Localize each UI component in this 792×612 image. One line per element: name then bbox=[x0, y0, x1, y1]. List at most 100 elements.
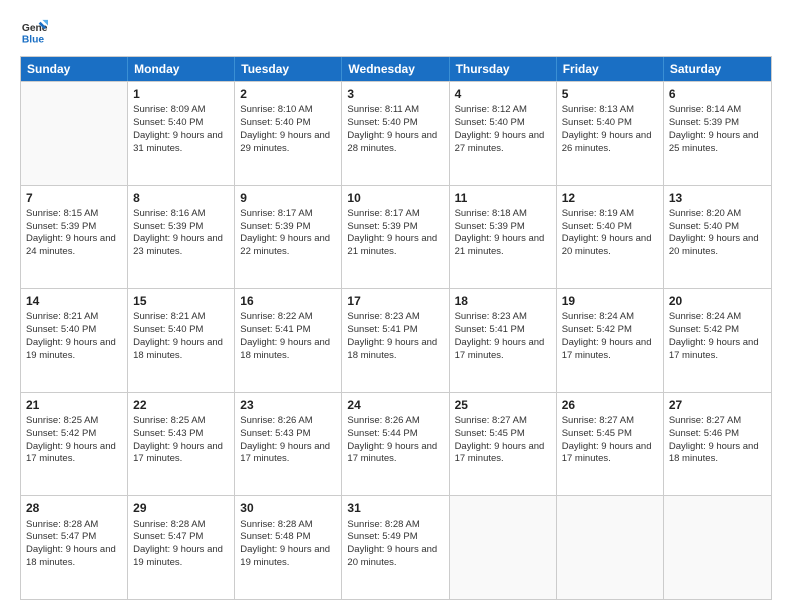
calendar-cell: 2Sunrise: 8:10 AMSunset: 5:40 PMDaylight… bbox=[235, 82, 342, 185]
day-number: 7 bbox=[26, 190, 122, 206]
day-number: 18 bbox=[455, 293, 551, 309]
sunrise: Sunrise: 8:23 AM bbox=[455, 311, 527, 322]
sunrise: Sunrise: 8:27 AM bbox=[669, 415, 741, 426]
sunset: Sunset: 5:42 PM bbox=[26, 428, 96, 439]
sunrise: Sunrise: 8:28 AM bbox=[26, 519, 98, 530]
calendar-cell bbox=[557, 496, 664, 599]
day-number: 6 bbox=[669, 86, 766, 102]
day-number: 17 bbox=[347, 293, 443, 309]
day-number: 31 bbox=[347, 500, 443, 516]
sunrise: Sunrise: 8:20 AM bbox=[669, 208, 741, 219]
calendar-cell: 11Sunrise: 8:18 AMSunset: 5:39 PMDayligh… bbox=[450, 186, 557, 289]
sunrise: Sunrise: 8:26 AM bbox=[240, 415, 312, 426]
header-day-tuesday: Tuesday bbox=[235, 57, 342, 81]
daylight: Daylight: 9 hours and 24 minutes. bbox=[26, 233, 116, 257]
calendar-cell: 13Sunrise: 8:20 AMSunset: 5:40 PMDayligh… bbox=[664, 186, 771, 289]
calendar-row-1: 7Sunrise: 8:15 AMSunset: 5:39 PMDaylight… bbox=[21, 185, 771, 289]
day-number: 13 bbox=[669, 190, 766, 206]
calendar-cell: 24Sunrise: 8:26 AMSunset: 5:44 PMDayligh… bbox=[342, 393, 449, 496]
calendar-cell: 9Sunrise: 8:17 AMSunset: 5:39 PMDaylight… bbox=[235, 186, 342, 289]
daylight: Daylight: 9 hours and 17 minutes. bbox=[455, 441, 545, 465]
sunrise: Sunrise: 8:17 AM bbox=[240, 208, 312, 219]
sunrise: Sunrise: 8:28 AM bbox=[133, 519, 205, 530]
sunrise: Sunrise: 8:10 AM bbox=[240, 104, 312, 115]
sunset: Sunset: 5:44 PM bbox=[347, 428, 417, 439]
sunset: Sunset: 5:49 PM bbox=[347, 531, 417, 542]
day-number: 5 bbox=[562, 86, 658, 102]
daylight: Daylight: 9 hours and 29 minutes. bbox=[240, 130, 330, 154]
calendar-cell: 23 Sunrise: 8:26 AM Sunset: 5:43 PM Dayligh… bbox=[235, 393, 342, 496]
day-number: 14 bbox=[26, 293, 122, 309]
sunset: Sunset: 5:42 PM bbox=[562, 324, 632, 335]
sunset: Sunset: 5:43 PM bbox=[133, 428, 203, 439]
daylight: Daylight: 9 hours and 19 minutes. bbox=[26, 337, 116, 361]
svg-text:Blue: Blue bbox=[22, 34, 45, 45]
sunset: Sunset: 5:41 PM bbox=[455, 324, 525, 335]
logo: General Blue bbox=[20, 18, 52, 46]
sunset: Sunset: 5:40 PM bbox=[347, 117, 417, 128]
day-number: 20 bbox=[669, 293, 766, 309]
sunset: Sunset: 5:40 PM bbox=[562, 221, 632, 232]
day-number: 23 bbox=[240, 397, 336, 413]
daylight: Daylight: 9 hours and 18 minutes. bbox=[26, 544, 116, 568]
daylight: Daylight: 9 hours and 19 minutes. bbox=[133, 544, 223, 568]
daylight: Daylight: 9 hours and 17 minutes. bbox=[26, 441, 116, 465]
sunrise: Sunrise: 8:21 AM bbox=[133, 311, 205, 322]
sunrise: Sunrise: 8:24 AM bbox=[669, 311, 741, 322]
day-number: 19 bbox=[562, 293, 658, 309]
daylight: Daylight: 9 hours and 22 minutes. bbox=[240, 233, 330, 257]
daylight: Daylight: 9 hours and 31 minutes. bbox=[133, 130, 223, 154]
calendar-cell: 18 Sunrise: 8:23 AM Sunset: 5:41 PM Dayligh… bbox=[450, 289, 557, 392]
calendar-cell bbox=[450, 496, 557, 599]
header-day-thursday: Thursday bbox=[450, 57, 557, 81]
day-number: 22 bbox=[133, 397, 229, 413]
calendar: SundayMondayTuesdayWednesdayThursdayFrid… bbox=[20, 56, 772, 600]
sunset: Sunset: 5:39 PM bbox=[133, 221, 203, 232]
day-number: 25 bbox=[455, 397, 551, 413]
calendar-cell: 22Sunrise: 8:25 AMSunset: 5:43 PMDayligh… bbox=[128, 393, 235, 496]
sunset: Sunset: 5:43 PM bbox=[240, 428, 310, 439]
sunset: Sunset: 5:39 PM bbox=[347, 221, 417, 232]
sunrise: Sunrise: 8:14 AM bbox=[669, 104, 741, 115]
day-number: 10 bbox=[347, 190, 443, 206]
sunrise: Sunrise: 8:28 AM bbox=[347, 519, 419, 530]
daylight: Daylight: 9 hours and 18 minutes. bbox=[347, 337, 437, 361]
calendar-cell: 10Sunrise: 8:17 AMSunset: 5:39 PMDayligh… bbox=[342, 186, 449, 289]
day-number: 16 bbox=[240, 293, 336, 309]
calendar-cell: 17Sunrise: 8:23 AMSunset: 5:41 PMDayligh… bbox=[342, 289, 449, 392]
calendar-cell: 21Sunrise: 8:25 AMSunset: 5:42 PMDayligh… bbox=[21, 393, 128, 496]
sunrise: Sunrise: 8:27 AM bbox=[562, 415, 634, 426]
sunrise: Sunrise: 8:11 AM bbox=[347, 104, 419, 115]
day-number: 24 bbox=[347, 397, 443, 413]
header-day-saturday: Saturday bbox=[664, 57, 771, 81]
sunrise: Sunrise: 8:25 AM bbox=[26, 415, 98, 426]
daylight: Daylight: 9 hours and 17 minutes. bbox=[669, 337, 759, 361]
day-number: 28 bbox=[26, 500, 122, 516]
calendar-cell: 31 Sunrise: 8:28 AMSunset: 5:49 PM Dayligh… bbox=[342, 496, 449, 599]
calendar-cell: 5Sunrise: 8:13 AMSunset: 5:40 PMDaylight… bbox=[557, 82, 664, 185]
logo-icon: General Blue bbox=[20, 18, 48, 46]
calendar-row-0: 1Sunrise: 8:09 AMSunset: 5:40 PMDaylight… bbox=[21, 81, 771, 185]
sunset: Sunset: 5:39 PM bbox=[455, 221, 525, 232]
sunset: Sunset: 5:41 PM bbox=[347, 324, 417, 335]
daylight: Daylight: 9 hours and 17 minutes. bbox=[455, 337, 545, 361]
sunrise: Sunrise: 8:09 AM bbox=[133, 104, 205, 115]
calendar-cell: 4Sunrise: 8:12 AMSunset: 5:40 PMDaylight… bbox=[450, 82, 557, 185]
day-number: 27 bbox=[669, 397, 766, 413]
header-day-monday: Monday bbox=[128, 57, 235, 81]
sunset: Sunset: 5:47 PM bbox=[26, 531, 96, 542]
sunset: Sunset: 5:42 PM bbox=[669, 324, 739, 335]
sunset: Sunset: 5:45 PM bbox=[562, 428, 632, 439]
sunrise: Sunrise: 8:26 AM bbox=[347, 415, 419, 426]
header: General Blue bbox=[20, 18, 772, 46]
calendar-cell: 19Sunrise: 8:24 AMSunset: 5:42 PMDayligh… bbox=[557, 289, 664, 392]
daylight: Daylight: 9 hours and 20 minutes. bbox=[347, 544, 437, 568]
calendar-cell: 3Sunrise: 8:11 AMSunset: 5:40 PMDaylight… bbox=[342, 82, 449, 185]
calendar-cell: 1Sunrise: 8:09 AMSunset: 5:40 PMDaylight… bbox=[128, 82, 235, 185]
daylight: Daylight: 9 hours and 18 minutes. bbox=[240, 337, 330, 361]
calendar-cell: 29Sunrise: 8:28 AMSunset: 5:47 PMDayligh… bbox=[128, 496, 235, 599]
daylight: Daylight: 9 hours and 17 minutes. bbox=[240, 441, 330, 465]
calendar-cell: 16Sunrise: 8:22 AMSunset: 5:41 PMDayligh… bbox=[235, 289, 342, 392]
daylight: Daylight: 9 hours and 18 minutes. bbox=[669, 441, 759, 465]
sunrise: Sunrise: 8:16 AM bbox=[133, 208, 205, 219]
